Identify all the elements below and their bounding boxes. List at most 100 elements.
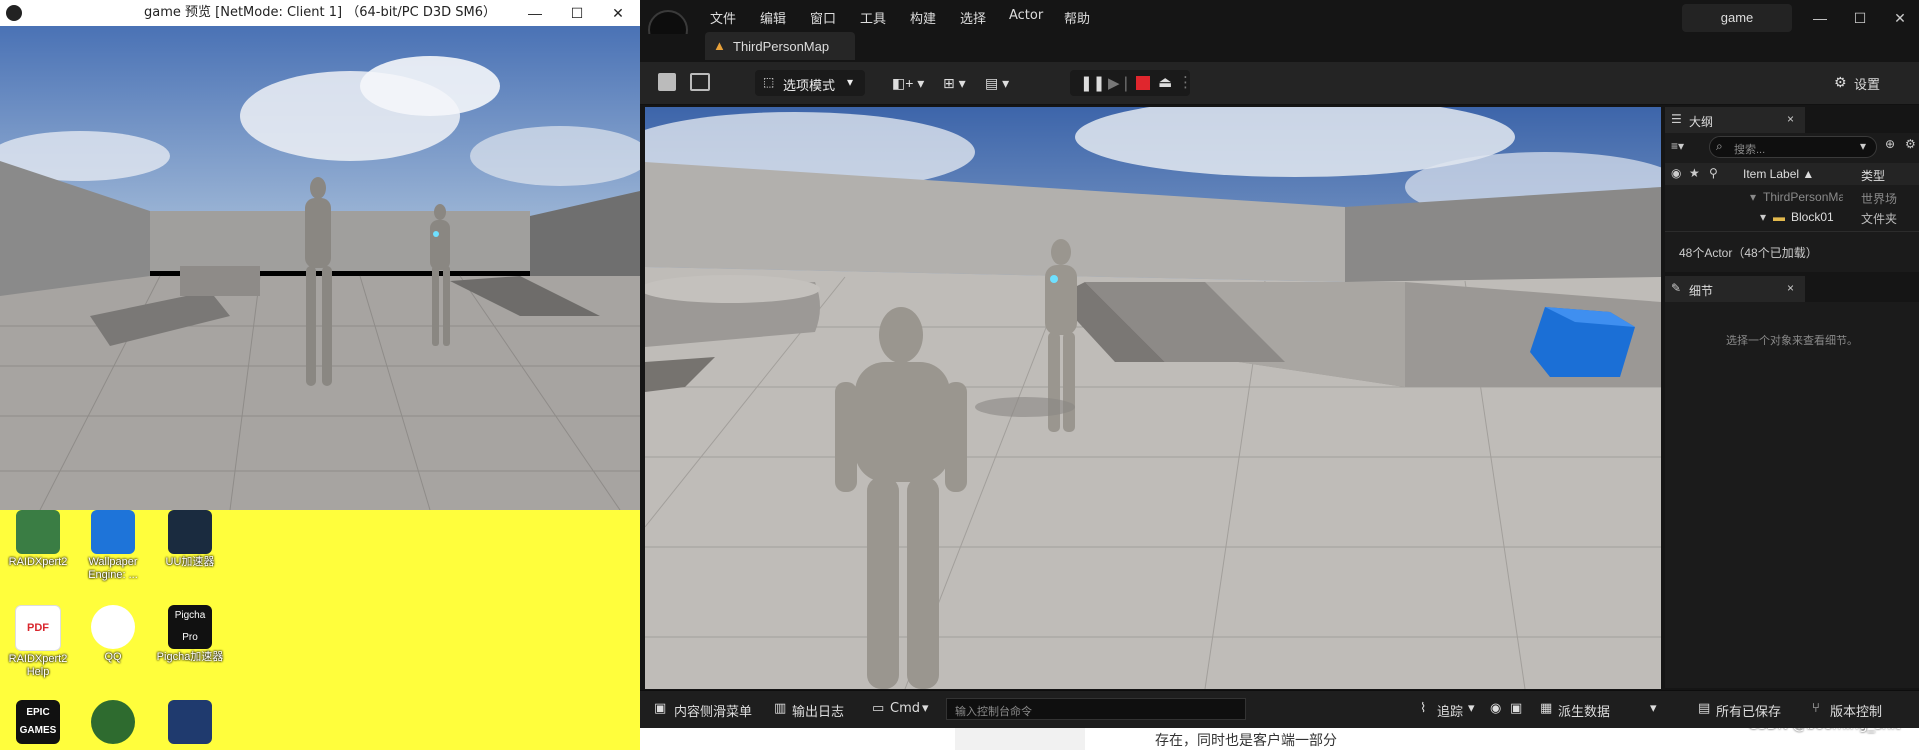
- menu-actor[interactable]: Actor: [1009, 8, 1043, 23]
- column-type[interactable]: 类型: [1861, 167, 1885, 184]
- cmd-icon: ▭: [872, 701, 885, 716]
- desktop-icon-label: UU加速器: [165, 556, 215, 568]
- screenshot-icon[interactable]: ▣: [1510, 701, 1522, 716]
- save-status-icon: ▤: [1698, 701, 1711, 716]
- play-controls-group: ❚❚ ▶❘ ⏏ ⋮: [1070, 70, 1193, 96]
- settings-button[interactable]: 设置: [1854, 74, 1880, 93]
- derived-data-icon: ▦: [1540, 701, 1553, 716]
- outliner-row-label: ThirdPersonMap: [1763, 190, 1843, 204]
- console-command-input[interactable]: 输入控制台命令: [946, 698, 1246, 720]
- desktop-background: RAIDXpert2 Wallpaper Engine: ... UU加速器 P…: [0, 510, 640, 750]
- content-drawer-icon: ▣: [654, 701, 667, 716]
- stop-button[interactable]: [1136, 76, 1150, 90]
- pin-icon[interactable]: ⚲: [1709, 166, 1718, 180]
- menu-window[interactable]: 窗口: [810, 8, 836, 27]
- background-page-gutter: [955, 727, 1085, 750]
- client-close-button[interactable]: ✕: [598, 0, 638, 26]
- blueprint-icon[interactable]: ⊞ ▾: [943, 75, 966, 92]
- content-drawer-button[interactable]: 内容侧滑菜单: [674, 701, 752, 720]
- unreal-editor-window: 文件 编辑 窗口 工具 构建 选择 Actor 帮助 game — ☐ ✕ ▲ …: [640, 0, 1919, 728]
- desktop-icon-raidxpert2[interactable]: RAIDXpert2: [0, 510, 76, 569]
- editor-close-button[interactable]: ✕: [1880, 5, 1919, 31]
- desktop-icon-wallpaper-engine[interactable]: Wallpaper Engine: ...: [75, 510, 151, 582]
- desktop-icon-globe[interactable]: [75, 700, 151, 746]
- gear-icon[interactable]: ⚙: [1905, 137, 1916, 151]
- eject-button[interactable]: ⏏: [1158, 73, 1172, 91]
- menu-help[interactable]: 帮助: [1064, 8, 1090, 27]
- outliner-row-type: 文件夹: [1861, 212, 1898, 226]
- filter-icon[interactable]: ≡▾: [1671, 139, 1684, 153]
- outliner-tab-label: 大纲: [1689, 115, 1714, 129]
- expand-arrow-icon: ▾: [1750, 190, 1757, 204]
- add-actor-icon[interactable]: ◧+ ▾: [892, 75, 924, 92]
- desktop-icon-epic-games[interactable]: EPIC GAMES: [0, 700, 76, 746]
- map-tab-label: ThirdPersonMap: [733, 39, 830, 54]
- revision-control-button[interactable]: 版本控制: [1830, 701, 1882, 720]
- cmd-dropdown[interactable]: Cmd: [890, 701, 920, 716]
- outliner-header: ☰ 大纲 ×: [1665, 107, 1919, 133]
- outliner-tab[interactable]: ☰ 大纲 ×: [1665, 107, 1805, 133]
- output-log-button[interactable]: 输出日志: [792, 701, 844, 720]
- menu-select[interactable]: 选择: [960, 8, 986, 27]
- save-icon[interactable]: [658, 73, 676, 91]
- desktop-icon-label: QQ: [104, 651, 122, 663]
- derived-data-button[interactable]: 派生数据: [1558, 701, 1610, 720]
- column-item-label[interactable]: Item Label ▲: [1743, 167, 1814, 181]
- client-minimize-button[interactable]: —: [515, 0, 555, 26]
- editor-maximize-button[interactable]: ☐: [1840, 5, 1880, 31]
- expand-arrow-icon: ▾: [1760, 210, 1767, 224]
- cinematics-icon[interactable]: ▤ ▾: [985, 75, 1009, 92]
- desktop-icon-label: Pigcha加速器: [156, 651, 224, 663]
- level-toolbar: ⬚ 选项模式 ▾ ◧+ ▾ ⊞ ▾ ▤ ▾ ❚❚ ▶❘ ⏏ ⋮ ⚙ 设置: [640, 62, 1919, 105]
- revision-control-icon: ⑂: [1812, 701, 1820, 716]
- pause-button[interactable]: ❚❚: [1080, 74, 1105, 92]
- close-icon[interactable]: ×: [1787, 112, 1794, 126]
- record-icon[interactable]: ◉: [1490, 701, 1501, 716]
- menu-build[interactable]: 构建: [910, 8, 936, 27]
- level-icon: ▲: [713, 38, 726, 53]
- desktop-icon-label: Wallpaper Engine: ...: [88, 556, 138, 581]
- mode-select-label: 选项模式: [783, 78, 836, 93]
- project-name-badge: game: [1682, 4, 1792, 32]
- menu-edit[interactable]: 编辑: [760, 8, 786, 27]
- menu-file[interactable]: 文件: [710, 8, 736, 27]
- chevron-down-icon: ▾: [1650, 701, 1657, 716]
- epic-games-icon: EPIC GAMES: [16, 700, 60, 744]
- client-preview-window: game 预览 [NetMode: Client 1] （64-bit/PC D…: [0, 0, 640, 510]
- eye-icon[interactable]: ◉: [1671, 166, 1681, 180]
- desktop-icon-label: RAIDXpert2 Help: [8, 653, 68, 678]
- outliner-row[interactable]: ▾ ThirdPersonMap 世界场: [1665, 187, 1919, 207]
- tab-thirdpersonmap[interactable]: ▲ ThirdPersonMap: [705, 32, 855, 60]
- desktop-icon-uu[interactable]: UU加速器: [152, 510, 228, 569]
- star-icon[interactable]: ★: [1689, 166, 1700, 180]
- client-game-viewport[interactable]: [0, 26, 640, 510]
- browse-content-icon[interactable]: [690, 73, 710, 91]
- all-saved-status[interactable]: 所有已保存: [1716, 701, 1781, 720]
- outliner-actor-count: 48个Actor（48个已加载）: [1679, 246, 1818, 260]
- outliner-row[interactable]: ▾ ▬ Block01 文件夹: [1665, 207, 1919, 227]
- menu-tools[interactable]: 工具: [860, 8, 886, 27]
- wallpaper-engine-icon: [91, 510, 135, 554]
- desktop-icon-qq[interactable]: QQ: [75, 605, 151, 664]
- client-maximize-button[interactable]: ☐: [557, 0, 597, 26]
- add-folder-icon[interactable]: ⊕: [1885, 137, 1895, 151]
- desktop-icon-pigcha[interactable]: Pigcha Pro Pigcha加速器: [152, 605, 228, 664]
- outliner-search-input[interactable]: ⌕ 搜索... ▾: [1709, 136, 1877, 158]
- background-page-text: 存在，同时也是客户端一部分: [1155, 733, 1337, 749]
- more-options-icon[interactable]: ⋮: [1178, 73, 1193, 91]
- mode-select-button[interactable]: ⬚ 选项模式 ▾: [755, 70, 865, 96]
- desktop-icon-cat[interactable]: [152, 700, 228, 746]
- editor-minimize-button[interactable]: —: [1800, 5, 1840, 31]
- client-titlebar[interactable]: game 预览 [NetMode: Client 1] （64-bit/PC D…: [0, 0, 640, 26]
- details-tab[interactable]: ✎ 细节 ×: [1665, 276, 1805, 302]
- desktop-icon-raidxpert2-help[interactable]: PDF RAIDXpert2 Help: [0, 605, 76, 679]
- gear-icon[interactable]: ⚙: [1834, 74, 1847, 91]
- search-placeholder: 搜索...: [1734, 144, 1766, 156]
- level-viewport[interactable]: [645, 107, 1661, 689]
- close-icon[interactable]: ×: [1787, 281, 1794, 295]
- select-mode-icon: ⬚: [763, 75, 775, 89]
- outliner-row-label: Block01: [1791, 210, 1834, 224]
- trace-button[interactable]: 追踪: [1437, 701, 1463, 720]
- details-panel: ✎ 细节 × 选择一个对象来查看细节。: [1665, 276, 1919, 688]
- frame-skip-button[interactable]: ▶❘: [1108, 74, 1132, 92]
